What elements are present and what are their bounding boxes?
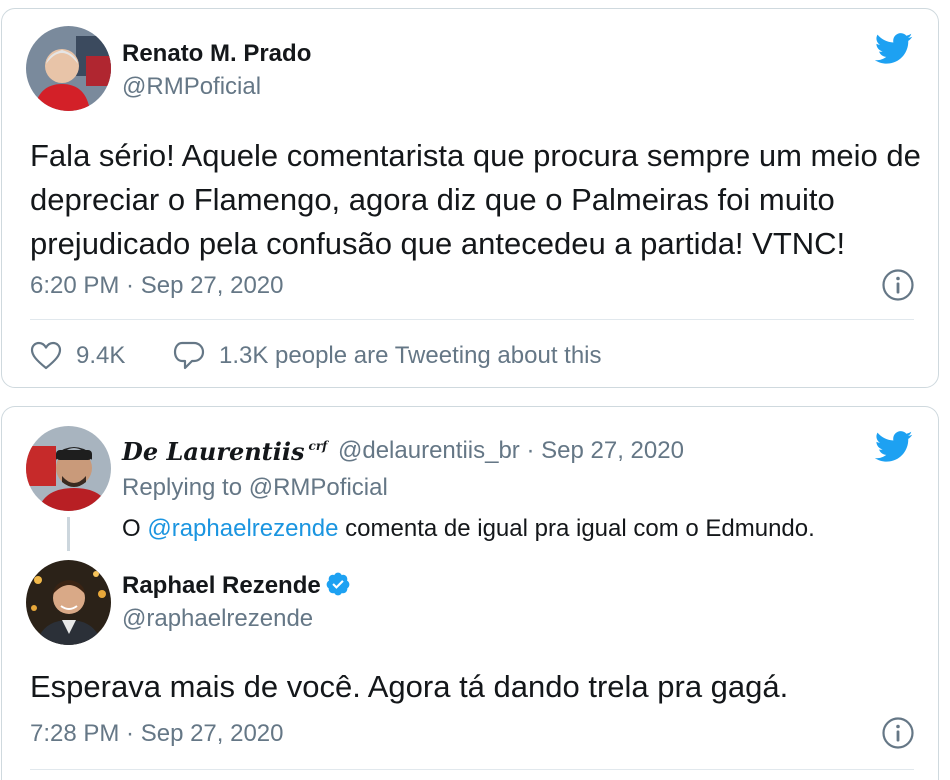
divider bbox=[30, 769, 914, 770]
tweet-text: Fala sério! Aquele comentarista que proc… bbox=[30, 138, 921, 261]
avatar-delaurentiis[interactable] bbox=[26, 426, 111, 511]
tweet-card-renato[interactable]: Renato M. Prado @RMPoficial Fala sério! … bbox=[1, 8, 939, 388]
divider bbox=[30, 319, 914, 320]
author-handle[interactable]: @raphaelrezende bbox=[122, 605, 313, 633]
twitter-bird-icon[interactable] bbox=[875, 33, 913, 65]
tweeting-about-link[interactable]: 1.3K people are Tweeting about this bbox=[173, 341, 602, 371]
tweeting-count-label: 1.3K people are Tweeting about this bbox=[219, 342, 602, 369]
reply-handle-date[interactable]: @delaurentiis_br · Sep 27, 2020 bbox=[338, 437, 684, 465]
twitter-bird-icon[interactable] bbox=[875, 431, 913, 463]
heart-icon bbox=[30, 341, 62, 370]
avatar-renato[interactable] bbox=[26, 26, 111, 111]
like-count: 9.4K bbox=[76, 342, 126, 369]
author-name-text: Raphael Rezende bbox=[122, 572, 321, 599]
reply-author-name-text: De Laurentiis bbox=[122, 437, 305, 466]
like-button[interactable]: 9.4K bbox=[30, 341, 125, 371]
author-name[interactable]: Renato M. Prado bbox=[122, 40, 311, 68]
replying-to-label[interactable]: Replying to @RMPoficial bbox=[122, 474, 388, 502]
crf-badge: crf bbox=[308, 439, 328, 453]
reply-text-suffix: comenta de igual pra igual com o Edmundo… bbox=[345, 515, 815, 542]
reply-bubble-icon bbox=[173, 341, 205, 370]
info-icon[interactable] bbox=[881, 716, 915, 750]
verified-badge-icon bbox=[326, 572, 350, 596]
reply-text: O @raphaelrezende comenta de igual pra i… bbox=[122, 515, 815, 543]
author-name[interactable]: Raphael Rezende bbox=[122, 571, 351, 600]
thread-connector bbox=[67, 517, 70, 551]
author-handle[interactable]: @RMPoficial bbox=[122, 73, 261, 101]
mention-link[interactable]: @raphaelrezende bbox=[147, 515, 338, 542]
tweet-card-raphael[interactable]: De Laurentiis crf @delaurentiis_br · Sep … bbox=[1, 406, 939, 780]
reply-text-prefix: O bbox=[122, 515, 141, 542]
reply-author-name[interactable]: De Laurentiis crf bbox=[122, 437, 327, 466]
tweet-timestamp[interactable]: 6:20 PM · Sep 27, 2020 bbox=[30, 272, 284, 300]
tweet-timestamp[interactable]: 7:28 PM · Sep 27, 2020 bbox=[30, 720, 284, 748]
avatar-raphael[interactable] bbox=[26, 560, 111, 645]
info-icon[interactable] bbox=[881, 268, 915, 302]
tweet-text: Esperava mais de você. Agora tá dando tr… bbox=[30, 669, 789, 704]
